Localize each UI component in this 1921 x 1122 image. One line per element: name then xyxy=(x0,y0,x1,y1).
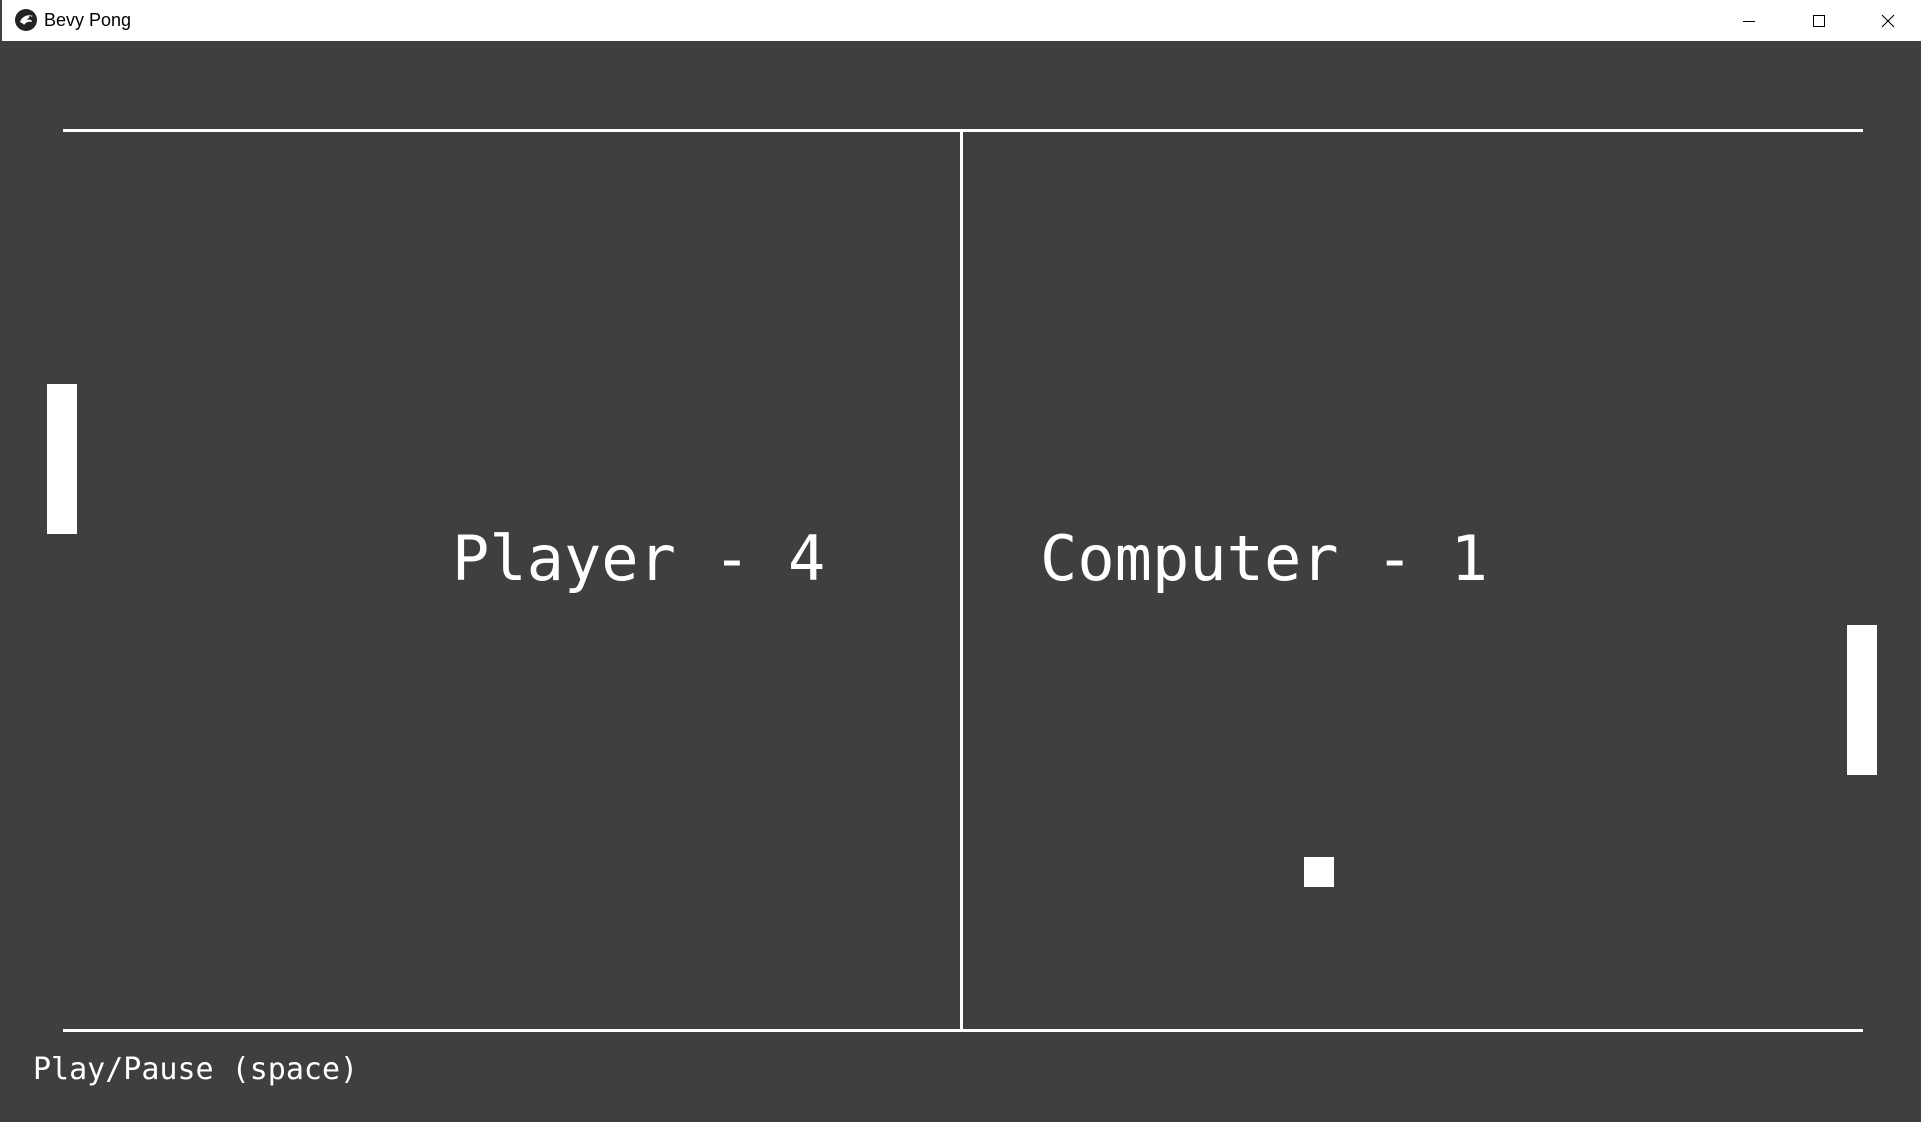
minimize-icon xyxy=(1743,20,1755,22)
ball xyxy=(1304,857,1334,887)
title-bar[interactable]: Bevy Pong xyxy=(0,0,1921,41)
play-pause-hint: Play/Pause (space) xyxy=(33,1052,359,1087)
computer-paddle xyxy=(1847,625,1877,775)
maximize-button[interactable] xyxy=(1784,0,1854,41)
bevy-bird-icon xyxy=(15,9,37,31)
bottom-wall xyxy=(63,1029,1863,1032)
game-window: Bevy Pong Player - 4 Computer - 1 Play/P… xyxy=(0,0,1921,1122)
top-wall xyxy=(63,129,1863,132)
player-paddle xyxy=(47,384,77,534)
game-canvas[interactable]: Player - 4 Computer - 1 Play/Pause (spac… xyxy=(2,41,1921,1122)
computer-score: Computer - 1 xyxy=(1040,522,1488,595)
window-title: Bevy Pong xyxy=(44,10,132,30)
player-score: Player - 4 xyxy=(452,522,826,595)
minimize-button[interactable] xyxy=(1714,0,1784,41)
close-icon xyxy=(1881,14,1895,27)
center-net xyxy=(960,130,963,1031)
close-button[interactable] xyxy=(1853,0,1921,41)
maximize-icon xyxy=(1813,14,1825,27)
